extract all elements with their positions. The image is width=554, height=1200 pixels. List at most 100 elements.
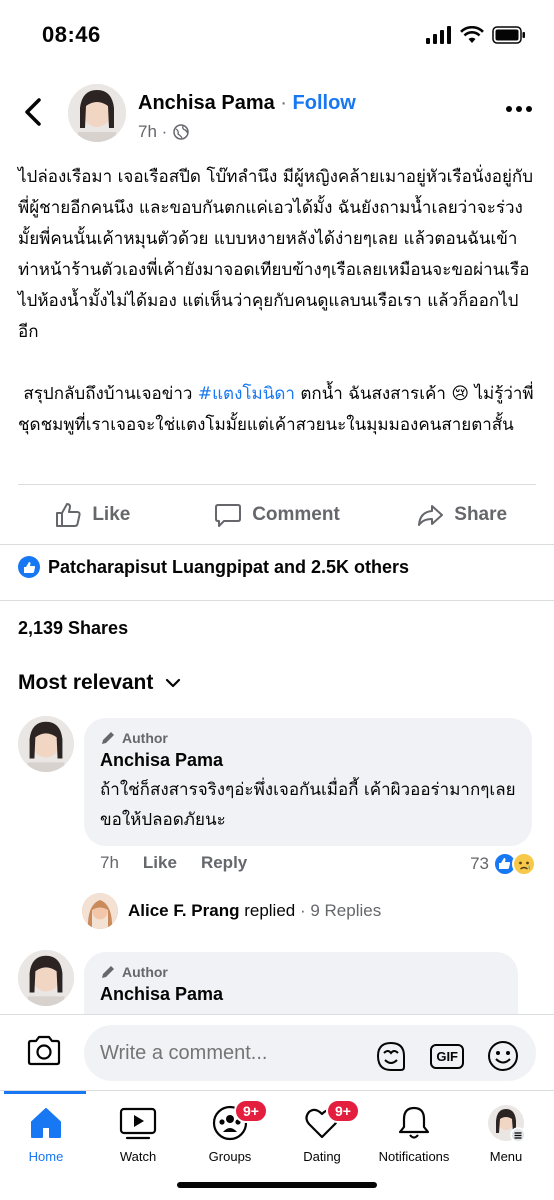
like-button[interactable]: Like: [0, 486, 185, 544]
view-replies-link[interactable]: Alice F. Prang replied · 9 Replies: [82, 893, 381, 929]
camera-button[interactable]: [26, 1035, 62, 1072]
home-icon: [31, 1108, 61, 1138]
share-arrow-icon: [418, 505, 444, 526]
tab-label: Menu: [489, 1149, 523, 1164]
bell-icon: [398, 1106, 430, 1139]
thumbs-up-icon: [56, 503, 81, 527]
post-time[interactable]: 7h ·: [138, 122, 167, 142]
chevron-down-icon: [166, 678, 181, 688]
more-options-button[interactable]: [506, 106, 532, 112]
tab-label: Groups: [208, 1149, 252, 1164]
back-button[interactable]: [18, 94, 48, 130]
tab-dating[interactable]: 9+ Dating: [276, 1099, 368, 1164]
post-paragraph-1: ไปล่องเรือมา เจอเรือสปีด โบ๊ทลำนึง มีผู้…: [18, 167, 534, 342]
post-author-line: Anchisa Pama · Follow: [138, 92, 356, 115]
post-action-bar: Like Comment Share: [0, 486, 554, 544]
follow-button[interactable]: Follow: [293, 92, 356, 114]
comment-button[interactable]: Comment: [185, 486, 370, 544]
comment-icon: [215, 504, 242, 527]
more-dot-icon: [516, 106, 522, 112]
groups-badge: 9+: [234, 1099, 268, 1123]
share-button[interactable]: Share: [369, 486, 554, 544]
post-header: Anchisa Pama · Follow 7h ·: [0, 80, 554, 150]
comment-sort-dropdown[interactable]: Most relevant: [18, 671, 181, 695]
watch-video-icon: [119, 1107, 157, 1140]
tab-label: Notifications: [378, 1149, 450, 1164]
divider: [18, 484, 536, 485]
reaction-icons: [493, 852, 536, 876]
author-avatar[interactable]: [68, 84, 126, 142]
comment-reaction-count: 73: [470, 854, 489, 873]
reply-summary: Alice F. Prang replied · 9 Replies: [128, 901, 381, 921]
tab-label: Watch: [119, 1149, 157, 1164]
cellular-signal-icon: [426, 26, 451, 44]
comment-composer: GIF: [0, 1014, 554, 1090]
avatar-image: [68, 84, 126, 142]
tab-watch[interactable]: Watch: [92, 1103, 184, 1164]
tab-menu[interactable]: Menu: [460, 1103, 552, 1164]
reactions-text: Patcharapisut Luangpipat and 2.5K others: [48, 556, 410, 577]
comment-time: 7h: [100, 853, 119, 872]
active-tab-indicator: [4, 1091, 86, 1094]
commenter-avatar[interactable]: [18, 716, 74, 772]
separator-dot: ·: [280, 92, 287, 114]
post-paragraph-2: สรุปกลับถึงบ้านเจอข่าว #แตงโมนิดา ตกน้ำ …: [18, 379, 538, 441]
post-body: ไปล่องเรือมา เจอเรือสปีด โบ๊ทลำนึง มีผู้…: [18, 162, 538, 441]
more-dot-icon: [506, 106, 512, 112]
tab-groups[interactable]: 9+ Groups: [184, 1099, 276, 1164]
commenter-name[interactable]: Anchisa Pama: [100, 984, 502, 1005]
divider: [0, 544, 554, 545]
comment-like-button[interactable]: Like: [143, 853, 177, 873]
comment-reply-button[interactable]: Reply: [201, 853, 247, 873]
replied-word: replied: [239, 901, 296, 920]
author-tag-label: Author: [122, 730, 168, 746]
tab-label: Home: [28, 1149, 64, 1164]
comment-label: Comment: [252, 504, 340, 525]
bottom-tab-bar: Home Watch 9+ Groups 9+ Dating Notificat…: [0, 1090, 554, 1200]
pen-icon: [102, 966, 114, 978]
avatar-image: [18, 950, 74, 1006]
profile-avatar-icon: [488, 1105, 526, 1143]
avatar-sticker-icon[interactable]: [374, 1039, 408, 1073]
author-tag: Author: [100, 964, 502, 980]
dating-badge: 9+: [326, 1099, 360, 1123]
post-text-prefix: สรุปกลับถึงบ้านเจอข่าว: [18, 384, 198, 404]
battery-icon: [492, 26, 525, 44]
comment-bubble[interactable]: Author Anchisa Pama ถ้าใช่ก็สงสารจริงๆอ่…: [84, 718, 532, 846]
status-bar: 08:46: [0, 0, 554, 70]
commenter-name[interactable]: Anchisa Pama: [100, 750, 516, 771]
wifi-icon: [460, 26, 484, 43]
globe-icon: [173, 124, 190, 140]
tab-notifications[interactable]: Notifications: [368, 1103, 460, 1164]
replier-name: Alice F. Prang: [128, 901, 240, 920]
shares-count[interactable]: 2,139 Shares: [18, 618, 128, 639]
author-tag-label: Author: [122, 964, 168, 980]
hashtag-link[interactable]: #แตงโมนิดา: [198, 384, 295, 404]
avatar-image: [18, 716, 74, 772]
camera-icon: [27, 1035, 61, 1066]
comment-text: ถ้าใช่ก็สงสารจริงๆอ่ะพึ่งเจอกันเมื่อกี้ …: [100, 780, 516, 830]
reply-count: · 9 Replies: [295, 901, 382, 920]
tab-label: Dating: [303, 1149, 341, 1164]
comment-actions: 7h Like Reply: [100, 853, 247, 873]
composer-icons: GIF: [374, 1039, 520, 1073]
share-label: Share: [454, 504, 508, 525]
author-tag: Author: [100, 730, 516, 746]
like-label: Like: [92, 504, 131, 525]
tab-home[interactable]: Home: [0, 1103, 92, 1164]
pen-icon: [102, 732, 114, 744]
post-meta: 7h ·: [138, 122, 190, 142]
sort-label: Most relevant: [18, 671, 154, 694]
emoji-icon[interactable]: [486, 1039, 520, 1073]
chevron-left-icon: [25, 98, 41, 126]
comment-reactions[interactable]: 73: [470, 852, 536, 876]
divider: [0, 600, 554, 601]
gif-button[interactable]: GIF: [430, 1043, 464, 1069]
commenter-avatar[interactable]: [18, 950, 74, 1006]
avatar-image: [82, 893, 118, 929]
status-icons: [426, 26, 526, 44]
like-reaction-icon: [18, 556, 40, 578]
reactions-summary[interactable]: Patcharapisut Luangpipat and 2.5K others: [18, 556, 409, 578]
more-dot-icon: [526, 106, 532, 112]
post-author-name[interactable]: Anchisa Pama: [138, 92, 275, 114]
